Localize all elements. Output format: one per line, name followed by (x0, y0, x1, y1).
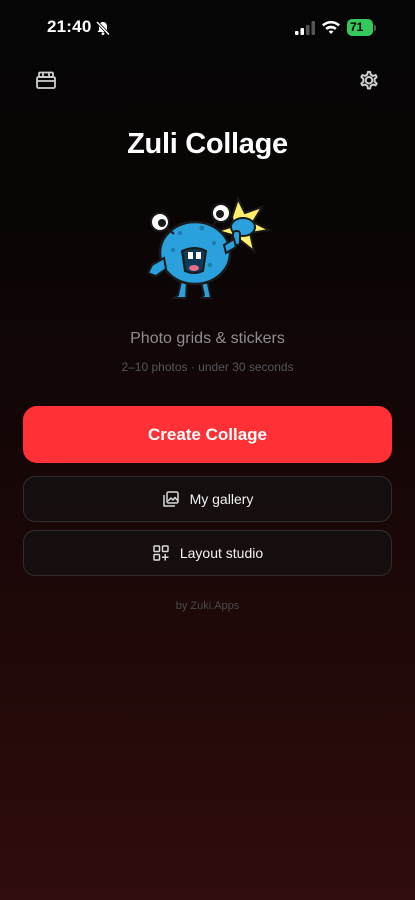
battery-level: 71 (350, 20, 364, 34)
gallery-icon (162, 491, 179, 507)
layout-studio-button[interactable]: Layout studio (23, 530, 392, 576)
muted-bell-icon (95, 20, 111, 36)
tagline: Photo grids & stickers (130, 330, 285, 347)
gift-card-icon[interactable] (33, 67, 59, 93)
status-bar: 21:40 71 (0, 0, 415, 56)
subtagline: 2–10 photos · under 30 seconds (121, 360, 294, 374)
footer-credit: by Zuki.Apps (175, 600, 240, 612)
create-collage-button[interactable]: Create Collage (23, 406, 392, 463)
layout-grid-icon (153, 545, 169, 561)
battery-indicator: 71 (347, 19, 377, 36)
cellular-signal-icon (295, 21, 315, 35)
my-gallery-label: My gallery (189, 491, 254, 507)
app-title: Zuli Collage (127, 128, 288, 160)
gear-icon[interactable] (356, 67, 382, 93)
monster-mascot-illustration (146, 196, 273, 299)
create-collage-label: Create Collage (147, 424, 268, 444)
wifi-icon (322, 20, 340, 34)
layout-studio-label: Layout studio (179, 545, 264, 561)
status-time: 21:40 (47, 17, 92, 36)
my-gallery-button[interactable]: My gallery (23, 476, 392, 522)
